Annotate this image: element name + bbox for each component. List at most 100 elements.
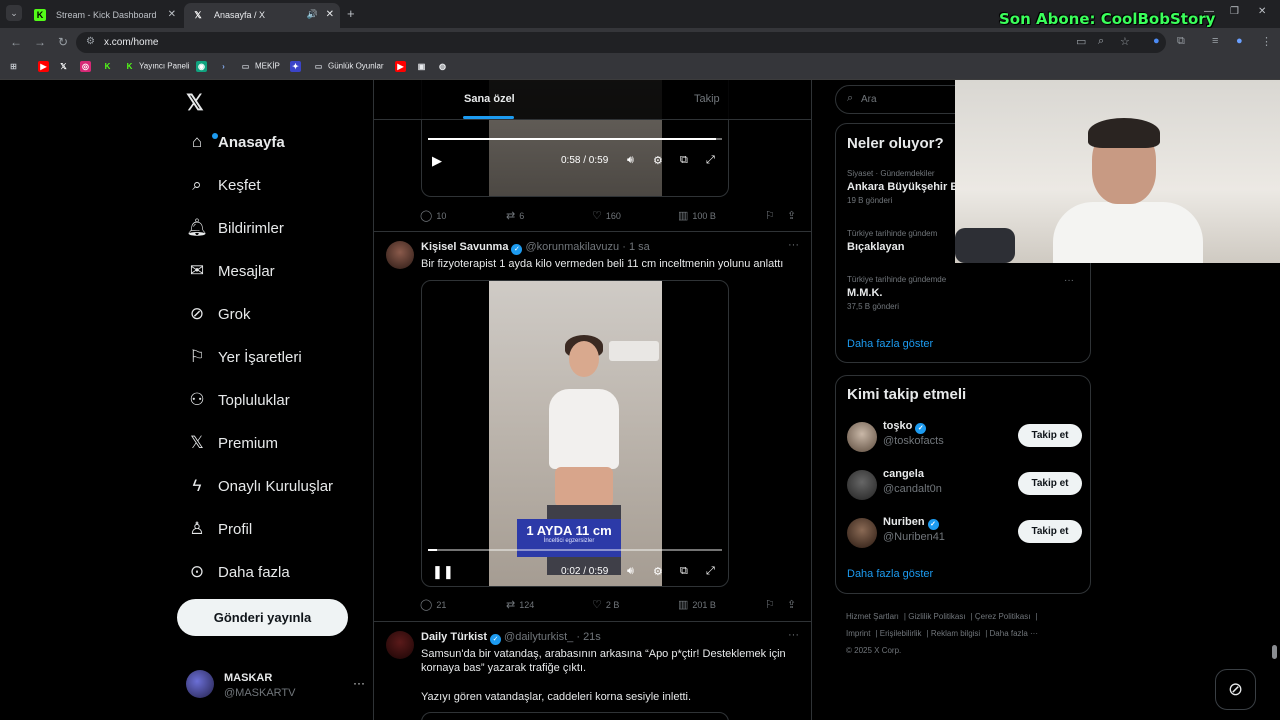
footer-link[interactable]: Gizlilik Politikası: [908, 612, 965, 621]
tab-following[interactable]: Takip: [694, 93, 720, 105]
more-icon[interactable]: ···: [353, 676, 365, 690]
more-icon[interactable]: ···: [1064, 275, 1074, 286]
apps-icon[interactable]: ⊞: [8, 61, 23, 72]
repost-button[interactable]: ⇄ 124: [506, 598, 534, 611]
footer-link[interactable]: Erişilebilirlik: [880, 629, 922, 638]
share-button[interactable]: ⇪: [787, 598, 800, 611]
pause-icon[interactable]: ❚❚: [432, 564, 454, 580]
bookmark-chat-icon[interactable]: ◉: [196, 61, 211, 72]
kick-bookmark-icon[interactable]: K: [102, 61, 117, 72]
extension-icon[interactable]: ●: [1153, 35, 1160, 47]
footer-link[interactable]: Çerez Politikası: [975, 612, 1031, 621]
menu-icon[interactable]: ⋮: [1261, 35, 1272, 48]
queue-icon[interactable]: ≡: [1212, 35, 1218, 47]
nav-item-more[interactable]: ⊙ Daha fazla: [186, 562, 290, 592]
url-bar[interactable]: ⚙ x.com/home: [76, 32, 1166, 53]
volume-icon[interactable]: 🔊︎: [627, 154, 634, 167]
author-name[interactable]: Daily Türkist: [421, 631, 487, 643]
zoom-icon[interactable]: ⌕: [1098, 35, 1104, 48]
follow-button[interactable]: Takip et: [1018, 424, 1082, 447]
grok-fab-button[interactable]: ⊘: [1215, 669, 1256, 710]
image-icon[interactable]: ▣: [416, 61, 431, 72]
new-tab-button[interactable]: +: [347, 6, 355, 21]
youtube-icon[interactable]: ▶: [395, 61, 410, 72]
video-player[interactable]: 1 AYDA 11 cm İnceltici egzersizler ❚❚ 0:…: [421, 280, 729, 587]
follow-button[interactable]: Takip et: [1018, 472, 1082, 495]
nav-item-explore[interactable]: ⌕ Keşfet: [186, 175, 260, 205]
footer-link[interactable]: Imprint: [846, 629, 870, 638]
avatar[interactable]: [386, 631, 414, 659]
show-more-link[interactable]: Daha fazla göster: [847, 338, 933, 350]
tweet-time[interactable]: · 21s: [576, 631, 600, 643]
picture-in-picture-icon[interactable]: ⧉: [680, 565, 688, 578]
volume-icon[interactable]: 🔊︎: [627, 565, 634, 578]
follow-suggestion[interactable]: Nuriben ✓ @Nuriben41 Takip et: [847, 516, 1082, 550]
trend-item[interactable]: Türkiye tarihinde gündemde M.M.K. 37,5 B…: [847, 275, 1082, 311]
author-handle[interactable]: @dailyturkist_: [504, 631, 573, 643]
more-icon[interactable]: ···: [788, 629, 799, 641]
settings-icon[interactable]: ⚙: [653, 154, 663, 167]
account-switcher[interactable]: MASKAR @MASKARTV ···: [186, 670, 371, 704]
nav-item-grok[interactable]: ⊘ Grok: [186, 304, 251, 334]
profile-icon[interactable]: ●: [1236, 35, 1243, 47]
media-preview[interactable]: [421, 712, 729, 720]
bookmark-button[interactable]: ⚐: [765, 209, 779, 222]
follow-suggestion[interactable]: toşko ✓ @toskofacts Takip et: [847, 420, 1082, 454]
footer-link[interactable]: Reklam bilgisi: [931, 629, 980, 638]
x-bookmark-icon[interactable]: 𝕏: [58, 61, 73, 72]
bookmark-gunluk-oyunlar[interactable]: ▭ Günlük Oyunlar: [313, 61, 384, 72]
video-progress[interactable]: [428, 549, 722, 551]
globe-icon[interactable]: ◍: [437, 61, 452, 72]
restore-icon[interactable]: ❐: [1230, 6, 1239, 17]
author-handle[interactable]: @korunmakilavuzu: [525, 241, 619, 253]
back-icon[interactable]: ←: [10, 35, 22, 49]
bookmark-yayinci-paneli[interactable]: K Yayıncı Paneli: [124, 61, 190, 72]
author-name[interactable]: Kişisel Savunma: [421, 241, 508, 253]
settings-icon[interactable]: ⚙: [653, 565, 663, 578]
reply-button[interactable]: ◯ 21: [420, 598, 446, 611]
nav-item-verified-orgs[interactable]: ϟ Onaylı Kuruluşlar: [186, 476, 334, 506]
like-button[interactable]: ♡ 160: [592, 209, 621, 222]
tab-kick-dashboard[interactable]: K Stream - Kick Dashboard ✕: [26, 3, 182, 28]
views-button[interactable]: ▥ 201 B: [678, 598, 716, 611]
x-logo-icon[interactable]: 𝕏: [186, 90, 204, 116]
nav-item-profile[interactable]: ♙ Profil: [186, 519, 252, 549]
share-button[interactable]: ⇪: [787, 209, 800, 222]
star-icon[interactable]: ☆: [1120, 35, 1130, 48]
footer-link[interactable]: Hizmet Şartları: [846, 612, 899, 621]
picture-in-picture-icon[interactable]: ⧉: [680, 154, 688, 167]
follow-suggestion[interactable]: cangela @candalt0n Takip et: [847, 468, 1082, 502]
nav-item-premium[interactable]: 𝕏 Premium: [186, 433, 278, 463]
cast-icon[interactable]: ▭: [1076, 35, 1086, 48]
close-icon[interactable]: ✕: [168, 9, 176, 20]
reload-icon[interactable]: ↻: [58, 35, 68, 49]
nav-item-home[interactable]: ⌂ Anasayfa: [186, 132, 285, 162]
nav-item-notifications[interactable]: 🔔︎ Bildirimler: [186, 218, 284, 248]
views-button[interactable]: ▥ 100 B: [678, 209, 716, 222]
fullscreen-icon[interactable]: ⤢: [706, 154, 715, 167]
tab-x-home[interactable]: 𝕏 Anasayfa / X 🔊 ✕: [184, 3, 340, 28]
bookmark-blue-icon[interactable]: ✦: [290, 61, 305, 72]
youtube-icon[interactable]: ▶: [38, 61, 53, 72]
avatar[interactable]: [386, 241, 414, 269]
tab-search-button[interactable]: ⌄: [6, 5, 22, 21]
show-more-link[interactable]: Daha fazla göster: [847, 568, 933, 580]
nav-item-messages[interactable]: ✉ Mesajlar: [186, 261, 275, 291]
repost-button[interactable]: ⇄ 6: [506, 209, 524, 222]
reply-button[interactable]: ◯ 10: [420, 209, 446, 222]
video-progress[interactable]: [428, 138, 722, 140]
more-icon[interactable]: ···: [788, 239, 799, 251]
tweet-time[interactable]: · 1 sa: [622, 241, 650, 253]
footer-link[interactable]: Daha fazla ···: [990, 629, 1038, 638]
close-icon[interactable]: ✕: [326, 9, 334, 20]
site-info-icon[interactable]: ⚙: [86, 36, 95, 47]
fullscreen-icon[interactable]: ⤢: [706, 565, 715, 578]
like-button[interactable]: ♡ 2 B: [592, 598, 619, 611]
minimize-icon[interactable]: —: [1204, 6, 1214, 17]
nav-item-bookmarks[interactable]: ⚐ Yer İşaretleri: [186, 347, 301, 377]
bookmark-mekip[interactable]: ▭ MEKİP: [240, 61, 280, 72]
forward-icon[interactable]: →: [34, 35, 46, 49]
play-icon[interactable]: ▶: [432, 153, 442, 169]
follow-button[interactable]: Takip et: [1018, 520, 1082, 543]
puzzle-icon[interactable]: ⧉: [1177, 35, 1185, 48]
